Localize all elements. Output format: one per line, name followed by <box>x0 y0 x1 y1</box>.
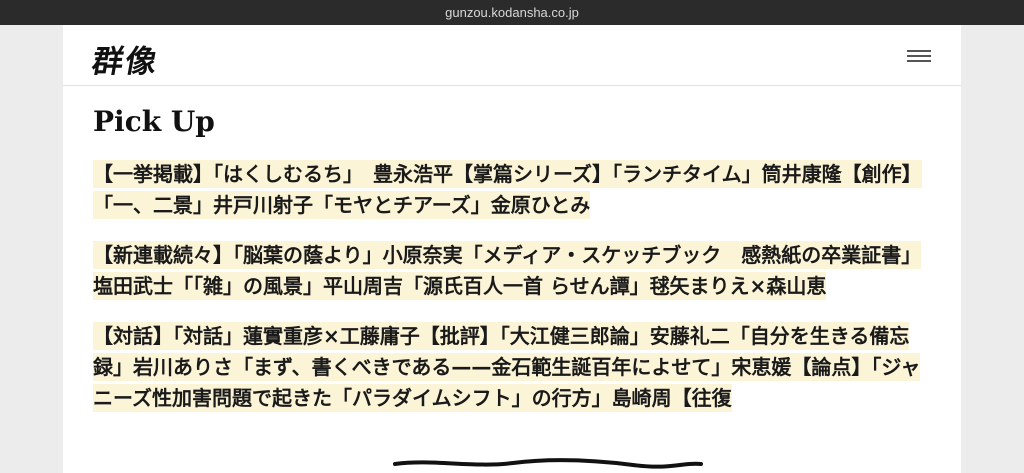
pickup-item: 【新連載続々】「脳葉の蔭より」小原奈実「メディア・スケッチブック 感熱紙の卒業証… <box>93 240 933 302</box>
url-text: gunzou.kodansha.co.jp <box>445 5 579 20</box>
pickup-list: 【一挙掲載】「はくしむるち」 豊永浩平【掌篇シリーズ】「ランチタイム」筒井康隆【… <box>93 159 933 433</box>
pickup-item: 【対話】「対話」蓮實重彦×工藤庸子【批評】「大江健三郎論」安藤礼二「自分を生きる… <box>93 321 933 414</box>
section-title: Pick Up <box>93 105 215 138</box>
browser-url-bar[interactable]: gunzou.kodansha.co.jp <box>0 0 1024 25</box>
pickup-item-link[interactable]: 【新連載続々】「脳葉の蔭より」小原奈実「メディア・スケッチブック 感熱紙の卒業証… <box>93 241 922 300</box>
site-header: 群像 <box>63 25 961 86</box>
pickup-item-link[interactable]: 【対話】「対話」蓮實重彦×工藤庸子【批評】「大江健三郎論」安藤礼二「自分を生きる… <box>93 322 921 412</box>
pickup-item-link[interactable]: 【一挙掲載】「はくしむるち」 豊永浩平【掌篇シリーズ】「ランチタイム」筒井康隆【… <box>93 160 922 219</box>
site-logo[interactable]: 群像 <box>89 36 163 81</box>
pickup-item: 【一挙掲載】「はくしむるち」 豊永浩平【掌篇シリーズ】「ランチタイム」筒井康隆【… <box>93 159 933 221</box>
page-content: 群像 Pick Up 【一挙掲載】「はくしむるち」 豊永浩平【掌篇シリーズ】「ラ… <box>63 25 961 473</box>
scribble-mark <box>393 458 703 469</box>
hamburger-menu-icon[interactable] <box>905 47 933 65</box>
